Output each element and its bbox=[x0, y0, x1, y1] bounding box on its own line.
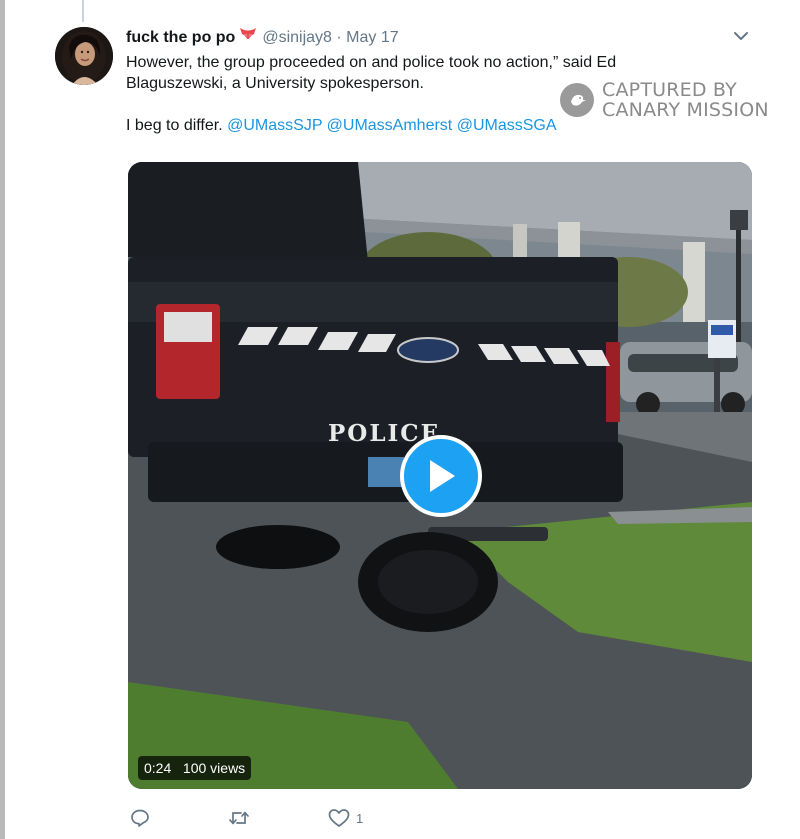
mention-umassamherst[interactable]: @UMassAmherst bbox=[327, 117, 453, 134]
tweet-header: fuck the po po @sinijay8 · May 17 bbox=[126, 26, 399, 49]
reply-button[interactable] bbox=[130, 808, 228, 828]
reply-prefix: I beg to differ. bbox=[126, 117, 223, 134]
retweet-icon bbox=[229, 811, 249, 825]
avatar[interactable] bbox=[55, 27, 113, 85]
canary-bird-icon bbox=[560, 83, 594, 117]
chevron-down-icon[interactable] bbox=[730, 26, 752, 46]
tweet-actions: 1 bbox=[130, 806, 363, 830]
video-player[interactable]: POLICE 0:24 100 views bbox=[128, 162, 752, 789]
like-button[interactable]: 1 bbox=[328, 808, 363, 828]
left-border bbox=[0, 0, 5, 839]
play-button[interactable] bbox=[400, 435, 482, 517]
tweet-text-line-3: I beg to differ. @UMassSJP @UMassAmherst… bbox=[126, 115, 616, 136]
watermark-line-2: CANARY MISSION bbox=[602, 99, 769, 121]
mention-umasssga[interactable]: @UMassSGA bbox=[457, 117, 557, 134]
tongue-emoji-icon bbox=[238, 26, 258, 49]
retweet-button[interactable] bbox=[228, 808, 328, 828]
video-duration: 0:24 bbox=[144, 760, 172, 776]
like-count: 1 bbox=[356, 810, 364, 826]
video-views: 100 views bbox=[182, 760, 246, 776]
watermark-line-1: CAPTURED BY bbox=[602, 79, 737, 101]
display-name[interactable]: fuck the po po bbox=[126, 29, 235, 46]
separator-dot: · bbox=[336, 29, 342, 46]
tweet-date[interactable]: May 17 bbox=[346, 29, 398, 46]
play-icon bbox=[430, 460, 455, 492]
thread-connector-line bbox=[82, 0, 84, 22]
tweet-text-line-1: However, the group proceeded on and poli… bbox=[126, 54, 617, 71]
mention-umasssjp[interactable]: @UMassSJP bbox=[227, 117, 322, 134]
tweet-text-line-2: Blaguszewski, a University spokesperson. bbox=[126, 75, 424, 92]
video-info-badge: 0:24 100 views bbox=[138, 756, 252, 780]
reply-icon bbox=[131, 809, 149, 827]
tweet-text-spacer bbox=[126, 94, 616, 115]
heart-icon bbox=[328, 809, 350, 827]
user-handle[interactable]: @sinijay8 bbox=[262, 29, 332, 46]
avatar-image bbox=[55, 27, 113, 85]
canary-mission-watermark: CAPTURED BY CANARY MISSION bbox=[560, 80, 769, 120]
tweet-text: However, the group proceeded on and poli… bbox=[126, 52, 616, 136]
